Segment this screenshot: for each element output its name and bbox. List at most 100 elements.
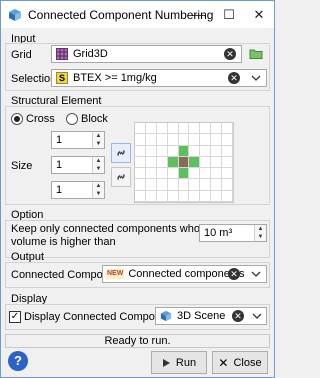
selection-icon: S xyxy=(56,72,68,84)
kernel-cell xyxy=(222,134,233,146)
kernel-cell xyxy=(156,134,168,146)
kernel-cell xyxy=(178,123,190,135)
kernel-cell xyxy=(145,134,157,146)
size-y-spinbox[interactable]: 1 ▲ ▼ xyxy=(51,156,105,174)
kernel-cell xyxy=(167,168,179,180)
scene-cube-icon xyxy=(160,310,172,322)
help-button[interactable]: ? xyxy=(8,351,28,371)
kernel-cell xyxy=(189,156,201,169)
kernel-cell xyxy=(156,168,168,180)
kernel-cell xyxy=(222,168,233,180)
kernel-cell xyxy=(156,156,168,169)
kernel-cell xyxy=(211,145,223,157)
kernel-cell xyxy=(135,145,146,157)
status-bar: Ready to run. xyxy=(5,334,270,348)
open-folder-icon[interactable] xyxy=(249,47,263,61)
chevron-down-icon[interactable] xyxy=(251,73,261,83)
kernel-cell xyxy=(178,134,190,146)
kernel-cell xyxy=(200,156,212,169)
selection-dropdown[interactable]: S BTEX >= 1mg/kg ✕ xyxy=(51,69,267,87)
kernel-preview-grid xyxy=(134,122,234,203)
grid-icon xyxy=(56,48,68,60)
cross-radio[interactable] xyxy=(11,113,23,125)
clear-selection-icon[interactable]: ✕ xyxy=(228,72,240,84)
kernel-cell xyxy=(200,168,212,180)
kernel-cell xyxy=(211,168,223,180)
unlink-sizes-button[interactable] xyxy=(111,167,131,187)
maximize-button[interactable]: ☐ xyxy=(214,1,244,28)
kernel-cell xyxy=(189,190,201,202)
play-icon xyxy=(162,358,170,367)
kernel-cell xyxy=(222,190,233,202)
new-badge: NEW xyxy=(106,269,125,279)
kernel-cell xyxy=(178,179,190,191)
clear-grid-icon[interactable]: ✕ xyxy=(224,48,236,60)
selection-label: Selection xyxy=(11,73,57,85)
output-dropdown[interactable]: NEW Connected components ✕ xyxy=(102,265,267,283)
kernel-cell xyxy=(135,156,146,169)
kernel-cell xyxy=(189,179,201,191)
kernel-cell xyxy=(178,145,190,157)
kernel-cell xyxy=(156,190,168,202)
close-icon: ✕ xyxy=(218,355,229,370)
size-z-arrows[interactable]: ▲ ▼ xyxy=(92,182,104,198)
kernel-cell xyxy=(156,145,168,157)
kernel-cell xyxy=(156,123,168,135)
kernel-cell xyxy=(211,156,223,169)
run-button[interactable]: Run xyxy=(151,351,207,374)
kernel-cell xyxy=(135,134,146,146)
kernel-cell xyxy=(189,145,201,157)
clear-scene-icon[interactable]: ✕ xyxy=(232,310,244,322)
clear-output-icon[interactable]: ✕ xyxy=(228,268,240,280)
close-window-button[interactable]: ✕ xyxy=(244,1,274,28)
size-x-value: 1 xyxy=(56,134,63,146)
kernel-cell xyxy=(178,168,190,180)
kernel-cell xyxy=(167,134,179,146)
app-cube-icon xyxy=(9,8,21,21)
kernel-cell xyxy=(189,123,201,135)
size-y-arrows[interactable]: ▲ ▼ xyxy=(92,157,104,173)
kernel-cell xyxy=(200,123,212,135)
kernel-cell xyxy=(200,145,212,157)
kernel-cell xyxy=(211,179,223,191)
block-radio[interactable] xyxy=(66,113,78,125)
kernel-cell xyxy=(145,179,157,191)
size-label: Size xyxy=(11,160,33,172)
kernel-cell xyxy=(167,123,179,135)
kernel-cell xyxy=(200,190,212,202)
size-x-arrows[interactable]: ▲ ▼ xyxy=(92,132,104,148)
grid-label: Grid xyxy=(11,49,32,61)
kernel-cell xyxy=(145,156,157,169)
scene-value: 3D Scene xyxy=(177,310,226,322)
option-text-line2: volume is higher than xyxy=(11,236,116,248)
kernel-cell xyxy=(135,123,146,135)
kernel-cell xyxy=(211,134,223,146)
kernel-cell xyxy=(135,179,146,191)
scene-dropdown[interactable]: 3D Scene ✕ xyxy=(155,307,267,325)
close-button[interactable]: ✕ Close xyxy=(212,351,268,374)
minimize-button[interactable]: — xyxy=(184,1,214,28)
link-icon xyxy=(117,150,125,156)
display-checkbox[interactable]: ✓ xyxy=(9,311,21,323)
kernel-cell xyxy=(145,168,157,180)
volume-spinbox[interactable]: 10 m³ ▲ ▼ xyxy=(199,224,267,242)
kernel-cell xyxy=(211,123,223,135)
kernel-cell xyxy=(145,190,157,202)
size-x-spinbox[interactable]: 1 ▲ ▼ xyxy=(51,131,105,149)
chevron-down-icon[interactable] xyxy=(251,269,261,279)
kernel-cell xyxy=(135,190,146,202)
chevron-down-icon[interactable] xyxy=(252,311,262,321)
kernel-cell xyxy=(145,145,157,157)
kernel-cell xyxy=(222,179,233,191)
volume-arrows[interactable]: ▲ ▼ xyxy=(254,225,266,241)
kernel-cell xyxy=(167,145,179,157)
kernel-cell xyxy=(211,190,223,202)
volume-value: 10 m³ xyxy=(204,227,233,239)
kernel-cell xyxy=(167,190,179,202)
size-z-spinbox[interactable]: 1 ▲ ▼ xyxy=(51,181,105,199)
run-label: Run xyxy=(175,356,197,369)
kernel-cell xyxy=(189,134,201,146)
link-sizes-button[interactable] xyxy=(111,143,131,163)
grid-field[interactable]: Grid3D ✕ xyxy=(51,45,242,63)
kernel-cell xyxy=(178,190,190,202)
